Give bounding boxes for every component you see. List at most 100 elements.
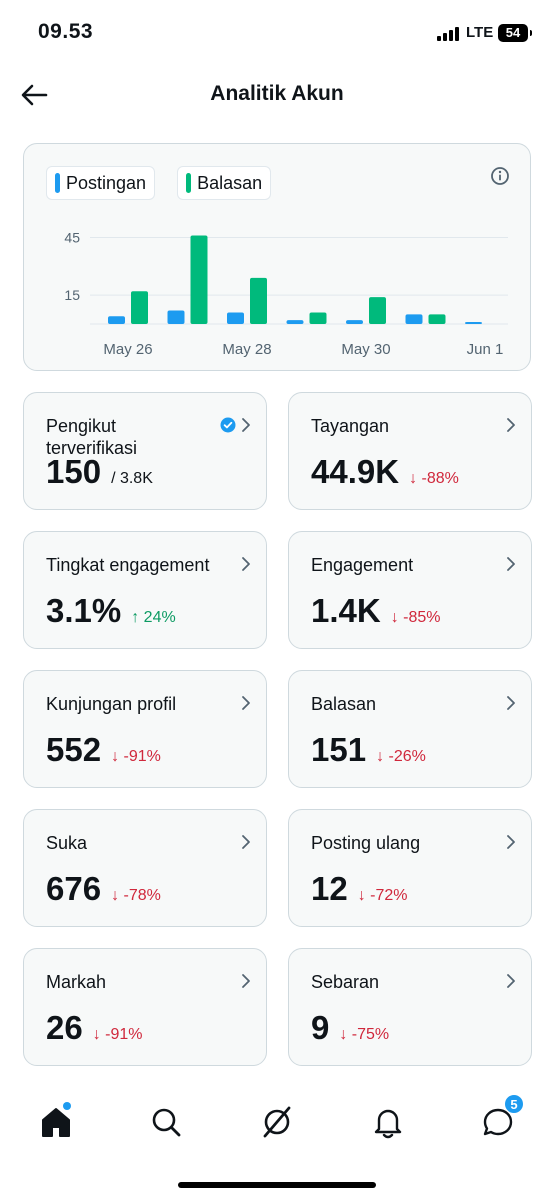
messages-badge: 5	[504, 1094, 524, 1114]
grok-icon	[263, 1106, 291, 1138]
y-tick-label: 45	[64, 229, 80, 245]
stat-value: 552	[46, 731, 102, 768]
stat-label: Kunjungan profil	[46, 694, 177, 714]
stat-card-kunjungan-profil[interactable]: Kunjungan profil 552 ↓ -91%	[23, 670, 267, 788]
chevron-right-icon	[507, 557, 515, 571]
stat-delta: ↓ -91%	[111, 748, 161, 765]
legend-item-balasan[interactable]: Balasan	[177, 166, 272, 200]
bar-postingan-jun-1	[465, 322, 482, 324]
nav-home[interactable]	[38, 1102, 74, 1140]
x-tick-label: May 30	[341, 341, 390, 358]
stat-value-row: 151 ↓ -26%	[311, 731, 426, 769]
stat-value: 150	[46, 453, 102, 490]
bar-postingan-may-31	[405, 314, 423, 324]
stat-value: 3.1%	[46, 592, 122, 629]
bar-balasan-may-27	[190, 235, 208, 324]
page-title: Analitik Akun	[210, 82, 344, 105]
bottom-nav: 5	[0, 1090, 554, 1154]
chart-legend: Postingan Balasan	[46, 166, 272, 200]
battery-icon: 54	[498, 24, 532, 42]
stat-delta: ↓ -91%	[92, 1026, 143, 1043]
chart-card: Postingan Balasan 45 15 May 26 May 28 May 30…	[23, 143, 531, 371]
stat-delta: ↓ -75%	[339, 1026, 390, 1043]
nav-grok[interactable]	[259, 1104, 295, 1140]
status-time: 09.53	[38, 20, 94, 43]
chevron-right-icon	[242, 418, 250, 432]
stat-value-row: 9 ↓ -75%	[311, 1009, 389, 1047]
stat-value: 676	[46, 870, 102, 907]
chevron-right-icon	[242, 974, 250, 988]
status-bar: 09.53 LTE 54	[0, 0, 554, 64]
bar-balasan-may-31	[428, 314, 446, 324]
legend-label-balasan: Balasan	[197, 172, 263, 193]
nav-search[interactable]	[148, 1104, 184, 1140]
header: Analitik Akun	[0, 72, 554, 118]
stat-value-row: 26 ↓ -91%	[46, 1009, 143, 1047]
x-tick-label: May 28	[222, 341, 271, 358]
stat-value: 9	[311, 1009, 330, 1046]
bar-postingan-may-27	[167, 310, 185, 324]
stat-card-markah[interactable]: Markah 26 ↓ -91%	[23, 948, 267, 1066]
stat-value-row: 150 / 3.8K	[46, 453, 153, 491]
legend-item-postingan[interactable]: Postingan	[46, 166, 156, 200]
stat-value: 151	[311, 731, 367, 768]
y-tick-label: 15	[64, 287, 80, 303]
stat-value-row: 44.9K ↓ -88%	[311, 453, 459, 491]
stat-label: Engagement	[311, 555, 414, 575]
stat-card-posting-ulang[interactable]: Posting ulang 12 ↓ -72%	[288, 809, 532, 927]
stat-label: Tayangan	[311, 416, 390, 436]
chevron-right-icon	[242, 696, 250, 710]
stat-delta: ↓ -78%	[111, 887, 161, 904]
legend-swatch-balasan	[186, 173, 192, 193]
stat-label: Suka	[46, 833, 88, 853]
stat-delta: ↓ -88%	[409, 470, 459, 487]
stat-value-row: 552 ↓ -91%	[46, 731, 161, 769]
stat-card-tingkat-engagement[interactable]: Tingkat engagement 3.1% ↑ 24%	[23, 531, 267, 649]
bar-balasan-may-30	[369, 297, 386, 324]
stat-value-row: 676 ↓ -78%	[46, 870, 161, 908]
bar-postingan-may-28	[227, 312, 244, 324]
stat-delta: ↑ 24%	[131, 609, 176, 626]
signal-icon	[437, 27, 463, 41]
bar-postingan-may-29	[286, 320, 304, 324]
stat-label: Balasan	[311, 694, 377, 714]
stat-value: 26	[46, 1009, 83, 1046]
stat-card-tayangan[interactable]: Tayangan 44.9K ↓ -88%	[288, 392, 532, 510]
stat-value-row: 3.1% ↑ 24%	[46, 592, 176, 630]
network-label: LTE	[466, 24, 494, 41]
nav-notifications[interactable]	[370, 1104, 406, 1140]
chevron-right-icon	[507, 696, 515, 710]
stat-value: 44.9K	[311, 453, 400, 490]
stat-label: Tingkat engagement	[46, 555, 210, 575]
stat-card-sebaran[interactable]: Sebaran 9 ↓ -75%	[288, 948, 532, 1066]
stat-card-suka[interactable]: Suka 676 ↓ -78%	[23, 809, 267, 927]
bar-chart: 45 15 May 26 May 28 May 30 Jun 1	[64, 229, 508, 358]
bar-postingan-may-30	[346, 320, 363, 324]
verified-badge-icon	[220, 417, 236, 433]
stat-delta: ↓ -85%	[390, 609, 441, 626]
stat-value-row: 12 ↓ -72%	[311, 870, 408, 908]
nav-messages[interactable]: 5	[480, 1094, 524, 1140]
stat-delta: ↓ -72%	[357, 887, 408, 904]
home-indicator	[178, 1182, 376, 1188]
stat-card-balasan[interactable]: Balasan 151 ↓ -26%	[288, 670, 532, 788]
stat-label: Posting ulang	[311, 833, 421, 853]
stat-value-row: 1.4K ↓ -85%	[311, 592, 441, 630]
chevron-right-icon	[507, 418, 515, 432]
chevron-right-icon	[242, 557, 250, 571]
bar-balasan-may-26	[131, 291, 148, 324]
stat-card-engagement[interactable]: Engagement 1.4K ↓ -85%	[288, 531, 532, 649]
chevron-right-icon	[507, 974, 515, 988]
stat-card-pengikut-terverifikasi[interactable]: Pengikut terverifikasi 150 / 3.8K	[23, 392, 267, 510]
legend-swatch-postingan	[55, 173, 60, 193]
stat-value: 1.4K	[311, 592, 381, 629]
home-unread-dot	[63, 1102, 71, 1110]
chevron-right-icon	[507, 835, 515, 849]
x-tick-label: May 26	[103, 341, 152, 358]
info-icon[interactable]	[490, 166, 510, 186]
search-icon	[152, 1108, 181, 1137]
stat-label: Sebaran	[311, 972, 380, 992]
legend-label-postingan: Postingan	[66, 172, 147, 193]
bar-balasan-may-29	[309, 312, 327, 324]
bell-icon	[374, 1109, 402, 1139]
